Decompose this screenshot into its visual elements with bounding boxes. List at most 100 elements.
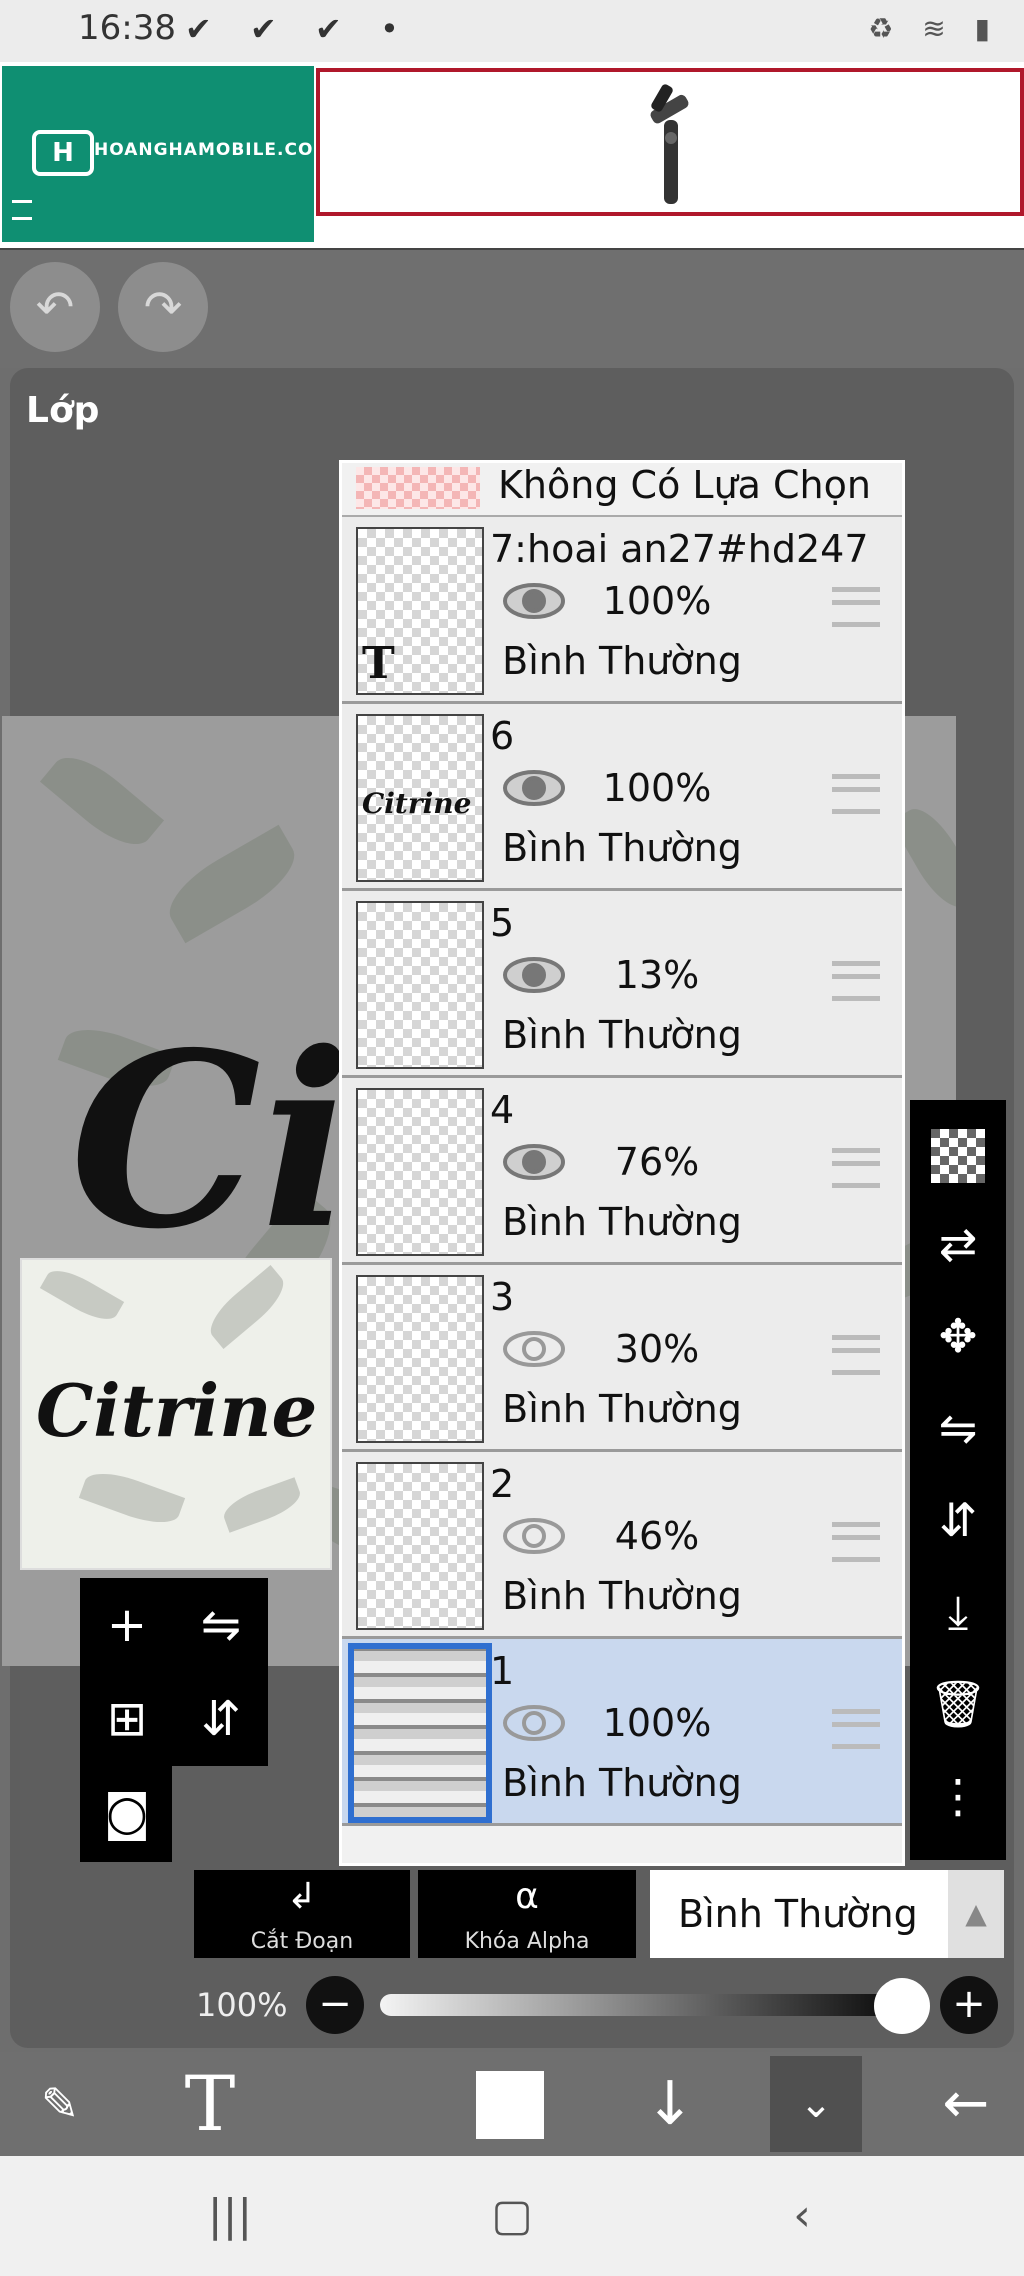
leaf-decoration — [78, 1463, 186, 1533]
eye-outline-icon[interactable] — [502, 1329, 566, 1369]
more-options-button[interactable]: ⋮ — [910, 1750, 1006, 1842]
leaf-decoration — [39, 743, 165, 859]
opacity-increase-button[interactable]: + — [940, 1976, 998, 2034]
layer-row[interactable]: 5 13% Bình Thường — [342, 891, 902, 1078]
thumbnail-title: Citrine — [36, 1368, 318, 1453]
eye-icon[interactable] — [502, 955, 566, 995]
layer-opacity: 100% — [602, 766, 712, 810]
home-button[interactable]: ▢ — [462, 2156, 562, 2276]
redo-button[interactable]: ↷ — [118, 262, 208, 352]
blend-mode-value: Bình Thường — [678, 1892, 918, 1936]
layer-thumbnail[interactable] — [356, 901, 484, 1069]
minus-icon: − — [318, 1981, 352, 2027]
alpha-lock-button[interactable]: α Khóa Alpha — [418, 1870, 636, 1958]
layer-thumbnail[interactable]: Citrine — [356, 714, 484, 882]
ad-banner[interactable]: H HOANGHAMOBILE.COM — [0, 62, 1024, 251]
opacity-slider-handle[interactable] — [874, 1978, 930, 2034]
clipping-button[interactable]: ↲ Cắt Đoạn — [194, 1870, 410, 1958]
layer-thumbnail[interactable] — [356, 1275, 484, 1443]
drag-handle-icon[interactable] — [832, 1709, 880, 1749]
blend-mode-select[interactable]: Bình Thường — [650, 1870, 948, 1958]
selection-row[interactable]: Không Có Lựa Chọn — [342, 463, 902, 517]
ad-menu-icon[interactable] — [12, 200, 32, 220]
swap-layers-icon: ⇄ — [938, 1217, 978, 1271]
camera-button[interactable]: ◙ — [80, 1766, 174, 1860]
drag-handle-icon[interactable] — [832, 1522, 880, 1562]
down-arrow-button[interactable]: ↓ — [620, 2052, 720, 2156]
layer-blend-mode: Bình Thường — [502, 639, 742, 683]
layer-opacity: 30% — [614, 1327, 700, 1371]
eye-outline-icon[interactable] — [502, 1703, 566, 1743]
layer-name: 3 — [490, 1275, 515, 1319]
selection-label: Không Có Lựa Chọn — [498, 463, 871, 507]
layer-blend-mode: Bình Thường — [502, 1200, 742, 1244]
delete-layer-button[interactable]: 🗑 — [910, 1658, 1006, 1750]
layer-row[interactable]: 4 76% Bình Thường — [342, 1078, 902, 1265]
add-copy-layer-button[interactable]: ⊞ — [80, 1672, 174, 1766]
arrow-left-icon: ← — [942, 2071, 990, 2136]
flip-horizontal-button[interactable]: ⇋ — [174, 1578, 268, 1672]
layer-thumbnail[interactable] — [348, 1643, 492, 1823]
opacity-slider[interactable] — [380, 1994, 920, 2016]
canvas-thumbnail[interactable]: Citrine — [20, 1258, 332, 1570]
layer-row[interactable]: Citrine 6 100% Bình Thường — [342, 704, 902, 891]
layer-actions-panel: + ⇋ ⊞ ⇵ — [80, 1578, 268, 1766]
flip-vertical-button[interactable]: ⇵ — [174, 1672, 268, 1766]
layer-thumbnail[interactable] — [356, 1088, 484, 1256]
move-layer-button[interactable]: ⇄ — [910, 1198, 1006, 1290]
brush-eraser-icon: ✎ — [40, 2077, 80, 2131]
clipping-icon: ↲ — [286, 1876, 318, 1917]
layer-thumbnail[interactable]: T — [356, 527, 484, 695]
eye-outline-icon[interactable] — [502, 1516, 566, 1556]
drag-handle-icon[interactable] — [832, 961, 880, 1001]
drag-handle-icon[interactable] — [832, 1148, 880, 1188]
back-icon: ‹ — [793, 2190, 811, 2241]
gimbal-image — [650, 84, 689, 204]
transform-button[interactable]: ✥ — [910, 1290, 1006, 1382]
add-layer-button[interactable]: + — [80, 1578, 174, 1672]
blend-mode-dropdown-button[interactable]: ▲ — [948, 1870, 1004, 1958]
more-vertical-icon: ⋮ — [935, 1769, 981, 1823]
undo-button[interactable]: ↶ — [10, 262, 100, 352]
eye-icon[interactable] — [502, 581, 566, 621]
layer-blend-mode: Bình Thường — [502, 1013, 742, 1057]
ad-brand-panel[interactable]: H HOANGHAMOBILE.COM — [2, 66, 330, 242]
merge-down-icon: ⤓ — [947, 1585, 969, 1639]
drag-handle-icon[interactable] — [832, 1335, 880, 1375]
transparency-button[interactable] — [910, 1106, 1006, 1198]
text-tool-button[interactable]: T — [160, 2052, 260, 2156]
eye-icon[interactable] — [502, 768, 566, 808]
layer-row[interactable]: 3 30% Bình Thường — [342, 1265, 902, 1452]
layer-thumbnail[interactable] — [356, 1462, 484, 1630]
merge-down-button[interactable]: ⤓ — [910, 1566, 1006, 1658]
flip-v-button[interactable]: ⇵ — [910, 1474, 1006, 1566]
drag-handle-icon[interactable] — [832, 774, 880, 814]
leaf-decoration — [39, 1262, 125, 1328]
brush-eraser-button[interactable]: ✎ — [10, 2052, 110, 2156]
leaf-decoration — [219, 1477, 305, 1533]
camera-icon: ◙ — [103, 1785, 151, 1841]
layer-blend-mode: Bình Thường — [502, 1574, 742, 1618]
back-button[interactable]: ‹ — [752, 2156, 852, 2276]
flip-h-button[interactable]: ⇋ — [910, 1382, 1006, 1474]
alpha-lock-label: Khóa Alpha — [464, 1929, 590, 1954]
color-button[interactable] — [470, 2052, 550, 2156]
layers-collapse-button[interactable]: ⌄ — [770, 2056, 862, 2152]
drag-handle-icon[interactable] — [832, 587, 880, 627]
trash-icon: 🗑 — [928, 1677, 988, 1731]
layer-row[interactable]: T 7:hoai an27#hd247 100% Bình Thường — [342, 517, 902, 704]
layer-row[interactable]: 1 100% Bình Thường — [342, 1639, 902, 1826]
layer-name: 7:hoai an27#hd247 — [490, 527, 869, 571]
layers-list[interactable]: Không Có Lựa Chọn T 7:hoai an27#hd247 100%… — [339, 460, 905, 1866]
layer-name: 6 — [490, 714, 515, 758]
alpha-lock-icon: α — [515, 1876, 539, 1917]
system-status-icons: ♻ ≋ ▮ — [868, 12, 1000, 45]
layer-blend-mode: Bình Thường — [502, 1761, 742, 1805]
ad-image-panel[interactable] — [316, 68, 1024, 216]
opacity-value: 100% — [196, 1986, 288, 2024]
back-arrow-button[interactable]: ← — [916, 2052, 1016, 2156]
layer-row[interactable]: 2 46% Bình Thường — [342, 1452, 902, 1639]
opacity-decrease-button[interactable]: − — [306, 1976, 364, 2034]
recent-apps-button[interactable]: ||| — [180, 2156, 280, 2276]
eye-icon[interactable] — [502, 1142, 566, 1182]
